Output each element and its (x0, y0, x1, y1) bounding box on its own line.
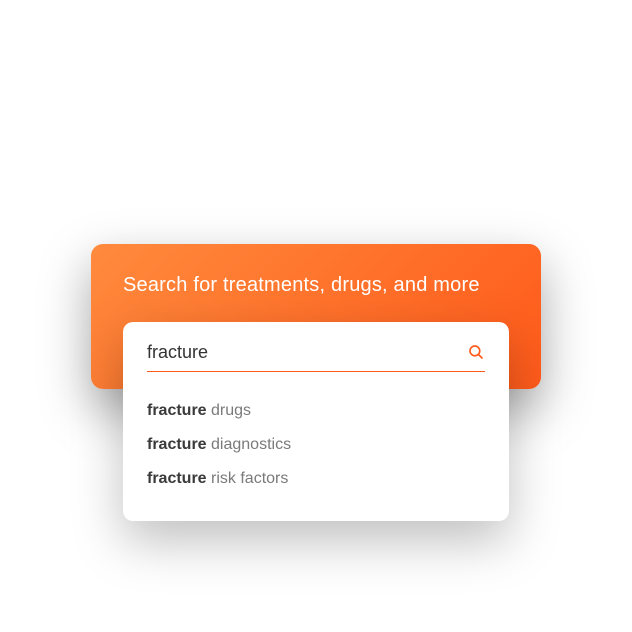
suggestions-list: fracture drugs fracture diagnostics frac… (147, 372, 485, 497)
search-icon[interactable] (467, 343, 485, 361)
search-row (147, 342, 485, 372)
suggestion-item[interactable]: fracture diagnostics (147, 428, 485, 462)
suggestion-item[interactable]: fracture risk factors (147, 462, 485, 496)
suggestion-rest: drugs (207, 402, 251, 419)
suggestion-rest: risk factors (207, 470, 289, 487)
header-title: Search for treatments, drugs, and more (123, 274, 509, 297)
suggestion-match: fracture (147, 470, 207, 487)
search-input[interactable] (147, 342, 467, 363)
search-widget: Search for treatments, drugs, and more f… (91, 244, 541, 389)
suggestion-item[interactable]: fracture drugs (147, 394, 485, 428)
suggestion-match: fracture (147, 402, 207, 419)
suggestion-match: fracture (147, 436, 207, 453)
search-panel: fracture drugs fracture diagnostics frac… (123, 322, 509, 521)
suggestion-rest: diagnostics (207, 436, 292, 453)
